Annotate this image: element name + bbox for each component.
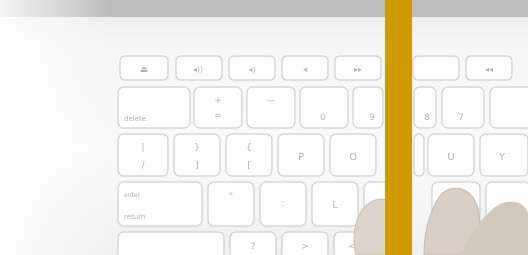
key-minus bbox=[246, 86, 296, 129]
semicolon-label: : bbox=[281, 199, 284, 209]
minus-label: — bbox=[267, 96, 276, 106]
brace-close-label: } bbox=[194, 143, 200, 153]
eight-label: 8 bbox=[424, 113, 430, 123]
volume-down-icon: ◂) bbox=[248, 65, 255, 74]
quote-label: " bbox=[229, 192, 233, 202]
keyboard-photo: ⏏ ◂)) ◂) ◂ ▸▸ ◂◂ delete + = — 0 9 8 7 | … bbox=[0, 0, 528, 255]
key-quote bbox=[207, 181, 255, 227]
delete-label: delete bbox=[124, 115, 146, 123]
key-i bbox=[413, 133, 425, 177]
zero-label: 0 bbox=[320, 113, 326, 123]
return-label: return bbox=[124, 213, 145, 221]
key-6 bbox=[489, 86, 528, 129]
function-row: ⏏ ◂)) ◂) ◂ ▸▸ ◂◂ bbox=[119, 55, 513, 81]
l-label: L bbox=[332, 200, 338, 211]
key-equals bbox=[193, 86, 243, 129]
mute-icon: ◂ bbox=[303, 65, 307, 74]
enter-label: enter bbox=[124, 192, 141, 199]
rewind-icon: ◂◂ bbox=[485, 65, 493, 74]
u-label: U bbox=[447, 152, 454, 163]
y-label: Y bbox=[498, 152, 506, 163]
number-row: delete + = — 0 9 8 7 bbox=[117, 86, 528, 129]
bracket-close-label: ] bbox=[195, 161, 199, 171]
accent-stripe bbox=[385, 0, 412, 255]
left-shadow bbox=[0, 0, 110, 255]
plus-label: + bbox=[214, 96, 222, 106]
greater-label: > bbox=[301, 242, 309, 252]
o-label: O bbox=[349, 152, 357, 163]
seven-label: 7 bbox=[458, 113, 464, 123]
question-label: ? bbox=[251, 242, 256, 252]
equals-label: = bbox=[214, 111, 222, 121]
eject-icon: ⏏ bbox=[140, 65, 149, 75]
key-f8 bbox=[412, 55, 460, 81]
volume-up-icon: ◂)) bbox=[193, 65, 203, 74]
bracket-open-label: [ bbox=[247, 161, 251, 171]
fast-forward-icon: ▸▸ bbox=[354, 65, 362, 74]
top-letter-row: | / } ] { [ P O U Y bbox=[117, 133, 528, 177]
key-shift bbox=[117, 231, 225, 255]
nine-label: 9 bbox=[369, 113, 375, 123]
bottom-row: ? > < bbox=[117, 231, 381, 255]
key-9 bbox=[352, 86, 384, 129]
brace-open-label: { bbox=[246, 143, 252, 153]
p-label: P bbox=[298, 152, 304, 163]
pipe-label: | bbox=[141, 143, 144, 153]
